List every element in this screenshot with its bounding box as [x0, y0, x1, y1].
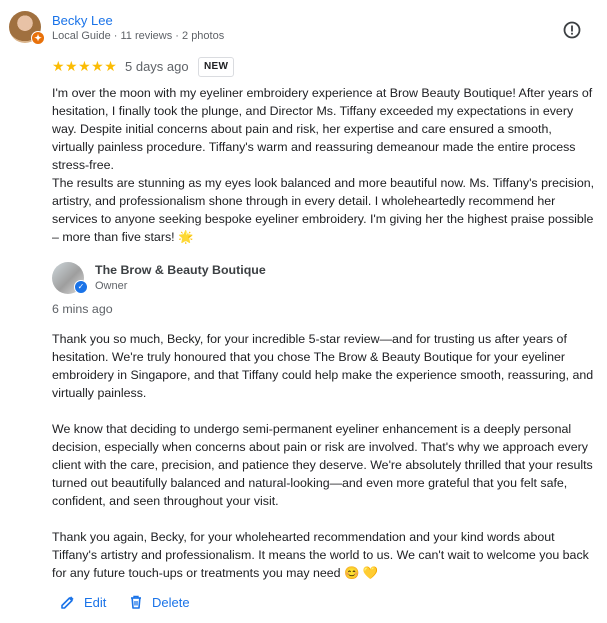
review-text: I'm over the moon with my eyeliner embro… [52, 84, 597, 246]
reply-paragraph: Thank you again, Becky, for your wholehe… [52, 530, 589, 580]
owner-name: The Brow & Beauty Boutique [95, 263, 266, 277]
review-time: 5 days ago [125, 59, 189, 74]
reviewer-name[interactable]: Becky Lee [52, 13, 113, 28]
edit-button[interactable]: Edit [60, 594, 106, 610]
report-icon[interactable] [563, 21, 581, 39]
owner-role: Owner [95, 280, 128, 292]
reply-text: Thank you so much, Becky, for your incre… [52, 330, 597, 600]
review-paragraph: I'm over the moon with my eyeliner embro… [52, 86, 593, 172]
reply-paragraph: We know that deciding to undergo semi-pe… [52, 422, 593, 508]
star-rating: ★★★★★ [52, 58, 118, 74]
pencil-icon [61, 596, 74, 609]
reply-paragraph: Thank you so much, Becky, for your incre… [52, 332, 594, 400]
verified-check-icon: ✓ [74, 280, 88, 294]
trash-icon [131, 595, 141, 609]
delete-button[interactable]: Delete [128, 594, 190, 610]
delete-label: Delete [152, 594, 190, 610]
local-guide-badge-icon: ✦ [31, 31, 45, 45]
new-badge: NEW [198, 57, 235, 77]
edit-label: Edit [84, 594, 107, 610]
review-paragraph: The results are stunning as my eyes look… [52, 176, 595, 244]
reply-time: 6 mins ago [52, 302, 113, 316]
reviewer-meta: Local Guide · 11 reviews · 2 photos [52, 30, 225, 42]
